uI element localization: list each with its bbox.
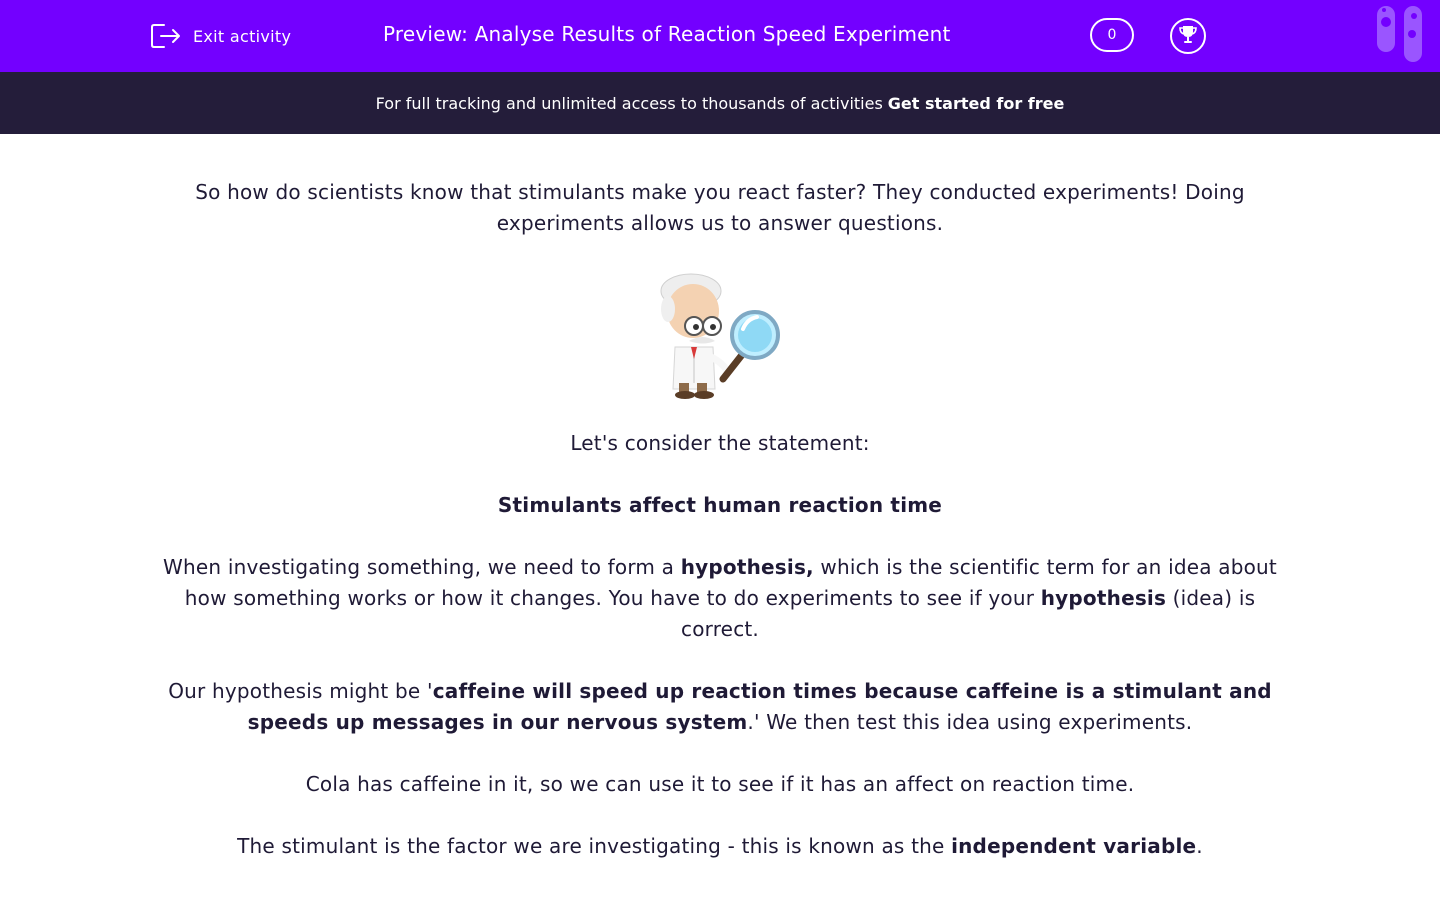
- score-badge: 0: [1090, 18, 1134, 52]
- banner-text: For full tracking and unlimited access t…: [375, 93, 883, 113]
- independent-text-1: The stimulant is the factor we are inves…: [237, 834, 952, 858]
- exit-icon: [150, 22, 182, 50]
- test-tubes-icon: [1376, 6, 1426, 68]
- top-bar: Exit activity Preview: Analyse Results o…: [0, 0, 1440, 72]
- trophy-button[interactable]: [1170, 18, 1206, 54]
- hypothesis-text-1: When investigating something, we need to…: [163, 555, 681, 579]
- intro-paragraph: So how do scientists know that stimulant…: [195, 180, 1245, 235]
- trophy-icon: [1177, 23, 1199, 49]
- lesson-content: So how do scientists know that stimulant…: [150, 134, 1290, 862]
- consider-line: Let's consider the statement:: [570, 431, 870, 455]
- independent-variable-term: independent variable: [951, 834, 1197, 858]
- page-title: Preview: Analyse Results of Reaction Spe…: [383, 22, 951, 46]
- hypothesis-term-1: hypothesis,: [680, 555, 814, 579]
- signup-banner: For full tracking and unlimited access t…: [0, 72, 1440, 134]
- hypothesis-paragraph: When investigating something, we need to…: [150, 552, 1290, 645]
- our-hypothesis-text-1: Our hypothesis might be ': [168, 679, 433, 703]
- cola-paragraph: Cola has caffeine in it, so we can use i…: [305, 772, 1135, 796]
- exit-activity-label: Exit activity: [193, 26, 292, 46]
- our-hypothesis-paragraph: Our hypothesis might be 'caffeine will s…: [150, 676, 1290, 738]
- statement-text: Stimulants affect human reaction time: [497, 493, 943, 517]
- independent-text-2: .: [1196, 834, 1203, 858]
- hypothesis-term-2: hypothesis: [1040, 586, 1167, 610]
- our-hypothesis-text-2: .' We then test this idea using experime…: [747, 710, 1193, 734]
- independent-variable-paragraph: The stimulant is the factor we are inves…: [150, 831, 1290, 862]
- scientist-illustration: [150, 271, 1290, 401]
- get-started-link[interactable]: Get started for free: [888, 94, 1065, 113]
- exit-activity-button[interactable]: Exit activity: [150, 21, 291, 51]
